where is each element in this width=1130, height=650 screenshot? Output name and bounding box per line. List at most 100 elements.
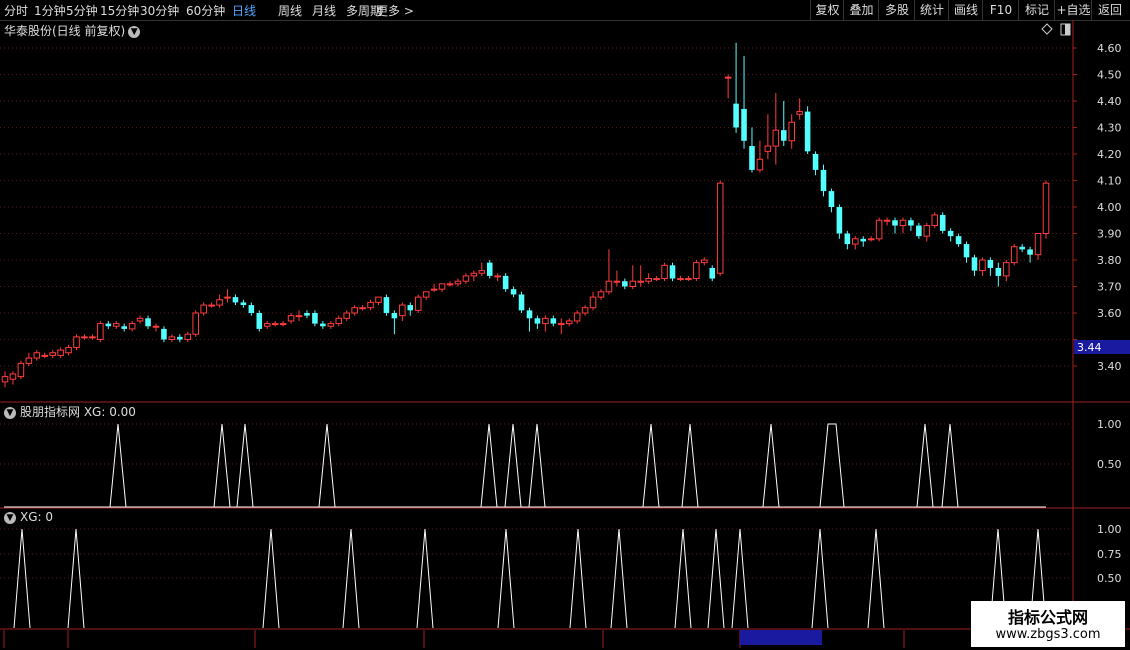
toolbar-button[interactable]: F10: [982, 0, 1019, 20]
candle-body: [892, 220, 898, 226]
candle-body: [454, 280, 462, 285]
ind2-tick-label: 0.50: [1097, 572, 1122, 585]
candle-body: [57, 349, 64, 356]
candle-body: [931, 214, 939, 227]
candle-body: [414, 296, 422, 311]
indicator2-label[interactable]: ▼ XG: 0: [4, 510, 53, 524]
candle-body: [9, 373, 17, 380]
chevron-down-icon[interactable]: ▼: [4, 511, 16, 524]
candle-body: [637, 280, 645, 283]
toolbar-button[interactable]: 叠加: [843, 0, 879, 20]
candle-body: [446, 283, 454, 286]
toolbar-button[interactable]: 画线: [948, 0, 983, 20]
candle-body: [852, 238, 859, 245]
candle-body: [883, 219, 891, 222]
period-tab[interactable]: 月线: [312, 2, 336, 19]
candle-body: [494, 275, 501, 278]
toolbar-button[interactable]: +自选: [1054, 0, 1092, 20]
period-tab[interactable]: 60分钟: [186, 2, 225, 19]
ind1-tick-label: 0.50: [1097, 458, 1122, 471]
candle-body: [105, 323, 112, 327]
candle-body: [804, 111, 811, 152]
period-tab[interactable]: 更多 >: [376, 2, 414, 19]
candle-body: [796, 111, 803, 115]
candle-body: [741, 108, 747, 141]
candle-body: [216, 299, 223, 306]
candle-body: [916, 225, 922, 237]
candle-body: [581, 307, 589, 314]
candle-body: [1019, 246, 1025, 250]
period-tab[interactable]: 30分钟: [140, 2, 179, 19]
toolbar-button[interactable]: 标记: [1018, 0, 1055, 20]
candle-body: [177, 336, 183, 340]
indicator1-label[interactable]: ▼ 股朋指标网 XG: 0.00: [4, 403, 136, 420]
candle-body: [49, 352, 56, 356]
candle-body: [263, 323, 271, 327]
candle-body: [112, 323, 120, 327]
candle-body: [542, 317, 549, 325]
candle-body: [25, 357, 33, 364]
diamond-icon: [1041, 23, 1053, 35]
period-tab[interactable]: 日线: [232, 2, 256, 19]
ind1-tick-label: 1.00: [1097, 418, 1122, 431]
candle-body: [653, 278, 660, 281]
candle-body: [248, 305, 255, 313]
candles: [1, 42, 1050, 388]
candle-body: [550, 318, 557, 324]
candle-body: [955, 236, 962, 245]
period-tab[interactable]: 15分钟: [100, 2, 139, 19]
candle-body: [287, 315, 295, 322]
candle-body: [867, 238, 875, 241]
toolbar-button[interactable]: 统计: [914, 0, 949, 20]
candle-body: [661, 264, 668, 280]
candle-body: [1002, 262, 1010, 277]
candle-body: [788, 121, 795, 142]
candle-body: [733, 103, 739, 128]
candle-body: [764, 145, 772, 152]
candle-body: [820, 169, 827, 192]
chevron-down-icon[interactable]: ▼: [4, 406, 16, 419]
toolbar-button[interactable]: 复权: [810, 0, 844, 20]
candle-body: [979, 259, 986, 272]
candle-body: [995, 267, 1002, 276]
candle-body: [486, 262, 493, 276]
chart-area[interactable]: 4.60 4.50 4.40 4.30 4.20 4.10 4.00 3.90 3.80 3.70…: [0, 20, 1130, 650]
toolbar-button[interactable]: 多股: [878, 0, 915, 20]
candle-body: [987, 260, 994, 268]
period-tab[interactable]: 周线: [278, 2, 302, 19]
candle-body: [422, 291, 430, 298]
candle-body: [1042, 182, 1050, 234]
candle-body: [756, 158, 764, 171]
price-tick-label: 4.40: [1097, 95, 1122, 108]
candle-body: [565, 320, 573, 325]
ind2-tick-label: 1.00: [1097, 523, 1122, 536]
candle-body: [128, 323, 136, 330]
candle-body: [685, 278, 692, 281]
candle-body: [343, 312, 350, 319]
toolbar-button[interactable]: 返回: [1091, 0, 1128, 20]
current-price-label: 3.44: [1077, 341, 1102, 354]
candle-body: [597, 291, 605, 298]
candle-body: [89, 336, 96, 339]
candle-body: [836, 207, 843, 234]
price-tick-label: 3.90: [1097, 228, 1122, 241]
candle-body: [709, 267, 716, 279]
candle-body: [828, 191, 835, 207]
period-tab[interactable]: 分时: [4, 2, 28, 19]
price-tick-label: 3.60: [1097, 307, 1122, 320]
candle-body: [192, 312, 199, 335]
candle-body: [152, 325, 160, 328]
price-tick-label: 4.50: [1097, 69, 1122, 82]
candle-body: [121, 326, 127, 329]
candle-body: [947, 230, 954, 237]
period-tab[interactable]: 1分钟: [34, 2, 66, 19]
candle-body: [860, 238, 867, 242]
candle-body: [470, 272, 478, 277]
candle-body: [963, 244, 970, 258]
period-tab[interactable]: 5分钟: [66, 2, 98, 19]
candle-body: [812, 154, 819, 170]
candle-body: [295, 315, 303, 318]
price-tick-label: 3.70: [1097, 281, 1122, 294]
candle-body: [462, 275, 470, 282]
candle-body: [200, 304, 207, 314]
